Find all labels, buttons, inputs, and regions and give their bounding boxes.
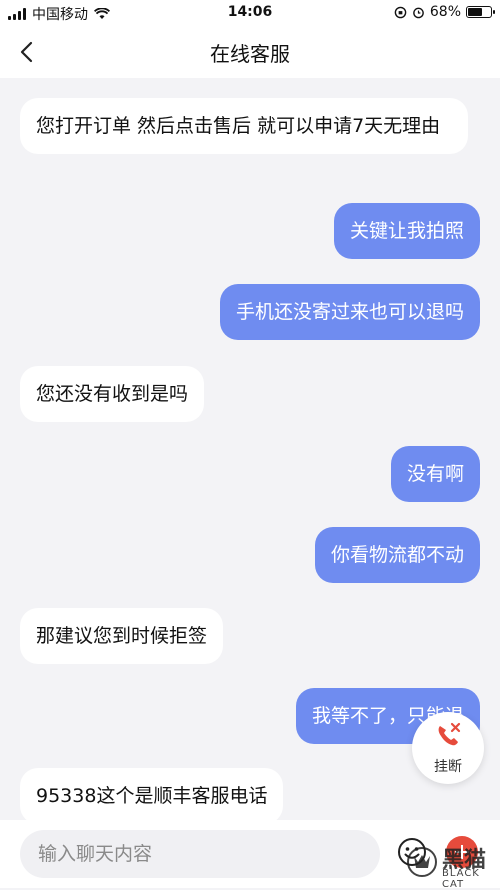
- hangup-button[interactable]: 挂断: [412, 712, 484, 784]
- nav-bar: 在线客服: [0, 26, 500, 78]
- watermark: 黑猫 BLACK CAT: [406, 840, 496, 890]
- battery-icon: [466, 6, 495, 18]
- watermark-sub: BLACK CAT: [442, 868, 480, 890]
- message-outgoing: 你看物流都不动: [314, 527, 480, 583]
- lock-rotation-icon: [394, 6, 407, 18]
- chat-list[interactable]: 您打开订单 然后点击售后 就可以申请7天无理由 关键让我拍照 手机还没寄过来也可…: [0, 78, 500, 820]
- status-right: 68%: [394, 4, 495, 20]
- hangup-label: 挂断: [434, 759, 462, 775]
- phone-hangup-icon: [438, 722, 461, 746]
- message-incoming: 那建议您到时候拒签: [20, 608, 224, 664]
- battery-percent: 68%: [429, 4, 461, 20]
- message-outgoing: 手机还没寄过来也可以退吗: [219, 284, 480, 340]
- black-cat-logo-icon: [407, 847, 437, 877]
- alarm-icon: [413, 7, 424, 18]
- battery-fill: [468, 8, 482, 16]
- status-bar: 中国移动 14:06 68%: [0, 0, 500, 26]
- chat-input[interactable]: [20, 830, 380, 878]
- message-incoming: 您打开订单 然后点击售后 就可以申请7天无理由: [20, 98, 468, 154]
- message-incoming: 95338这个是顺丰客服电话: [20, 768, 284, 820]
- message-incoming: 您还没有收到是吗: [20, 366, 205, 422]
- message-outgoing: 关键让我拍照: [333, 203, 480, 259]
- input-bar: 黑猫 BLACK CAT: [0, 820, 500, 890]
- message-outgoing: 没有啊: [390, 446, 480, 502]
- page-title: 在线客服: [210, 42, 290, 66]
